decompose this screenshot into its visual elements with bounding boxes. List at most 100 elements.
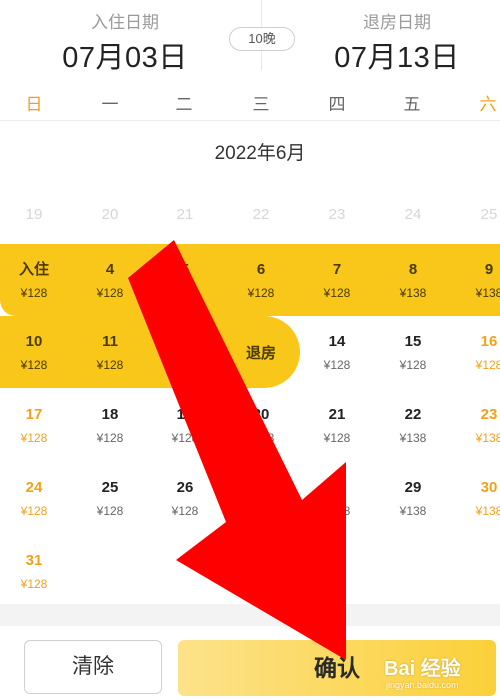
calendar-day-cell[interactable]: 7 ¥128 bbox=[307, 261, 367, 301]
confirm-button[interactable]: 确认 bbox=[178, 640, 496, 696]
calendar-day-cell[interactable]: 20 ¥128 bbox=[231, 406, 291, 446]
day-price: ¥128 bbox=[323, 504, 351, 518]
day-price: ¥128 bbox=[96, 286, 124, 300]
clear-button[interactable]: 清除 bbox=[24, 640, 162, 694]
day-number: 入住 bbox=[18, 261, 49, 278]
day-number: 16 bbox=[480, 333, 498, 350]
calendar-day-cell[interactable]: 8 ¥138 bbox=[383, 261, 443, 301]
day-number: 30 bbox=[480, 479, 498, 496]
day-price: ¥128 bbox=[96, 358, 124, 372]
calendar-day-cell[interactable]: 22 ¥138 bbox=[383, 406, 443, 446]
day-number: 退房 bbox=[245, 345, 276, 362]
checkin-label: 入住日期 bbox=[91, 13, 159, 32]
day-number: 25 bbox=[480, 206, 498, 223]
weekday-fri: 五 bbox=[403, 95, 421, 114]
day-number: 18 bbox=[101, 406, 119, 423]
day-price: ¥128 bbox=[171, 504, 199, 518]
day-number: 20 bbox=[101, 206, 119, 223]
calendar-day-cell: 22 bbox=[231, 206, 291, 224]
weekday-tue: 二 bbox=[175, 95, 193, 114]
checkout-date[interactable]: 07月13日 bbox=[277, 34, 500, 76]
day-number: 28 bbox=[328, 479, 346, 496]
day-number: 19 bbox=[25, 206, 43, 223]
calendar-day-cell[interactable]: 25 ¥128 bbox=[80, 479, 140, 519]
day-number: 24 bbox=[25, 479, 43, 496]
day-price: ¥138 bbox=[475, 286, 500, 300]
calendar-day-cell: 19 bbox=[4, 206, 64, 224]
day-number: 31 bbox=[25, 552, 43, 569]
day-price: ¥128 bbox=[20, 358, 48, 372]
day-number: 8 bbox=[408, 261, 418, 278]
calendar-day-cell[interactable]: 17 ¥128 bbox=[4, 406, 64, 446]
calendar-day-cell: 24 bbox=[383, 206, 443, 224]
calendar-day-cell[interactable]: 28 ¥128 bbox=[307, 479, 367, 519]
day-number: 17 bbox=[25, 406, 43, 423]
checkout-label: 退房日期 bbox=[363, 13, 431, 32]
day-number: 21 bbox=[328, 406, 346, 423]
day-price: ¥128 bbox=[323, 286, 351, 300]
footer-separator bbox=[0, 604, 500, 626]
date-range-header: 入住日期 07月03日 10晚 退房日期 07月13日 bbox=[0, 0, 500, 78]
day-number: 23 bbox=[328, 206, 346, 223]
day-price: ¥138 bbox=[399, 286, 427, 300]
calendar-day-cell[interactable]: 29 ¥138 bbox=[383, 479, 443, 519]
day-number: 4 bbox=[105, 261, 115, 278]
day-price: ¥128 bbox=[247, 431, 275, 445]
weekday-mon: 一 bbox=[101, 95, 119, 114]
calendar-day-cell[interactable]: 入住 ¥128 bbox=[4, 261, 64, 301]
calendar-day-cell: 25 bbox=[459, 206, 500, 224]
weekday-sat: 六 bbox=[479, 95, 497, 114]
calendar-day-cell[interactable]: 19 ¥128 bbox=[155, 406, 215, 446]
calendar-day-cell[interactable]: 11 ¥128 bbox=[80, 333, 140, 373]
day-number: 14 bbox=[328, 333, 346, 350]
day-price: ¥128 bbox=[323, 431, 351, 445]
day-price: ¥128 bbox=[247, 286, 275, 300]
day-number: 22 bbox=[252, 206, 270, 223]
weekday-thu: 四 bbox=[328, 95, 346, 114]
calendar-day-cell[interactable]: 4 ¥128 bbox=[80, 261, 140, 301]
calendar-day-cell[interactable]: 退房 bbox=[231, 333, 291, 363]
day-price: ¥128 bbox=[20, 431, 48, 445]
calendar-day-cell[interactable]: 16 ¥128 bbox=[459, 333, 500, 373]
calendar-day-cell[interactable]: 9 ¥138 bbox=[459, 261, 500, 301]
calendar-day-cell[interactable]: 21 ¥128 bbox=[307, 406, 367, 446]
day-price: ¥128 bbox=[171, 286, 199, 300]
day-price: ¥138 bbox=[475, 504, 500, 518]
calendar-day-cell[interactable]: 30 ¥138 bbox=[459, 479, 500, 519]
calendar-day-cell[interactable]: 18 ¥128 bbox=[80, 406, 140, 446]
day-price: ¥128 bbox=[20, 286, 48, 300]
day-number: 20 bbox=[252, 406, 270, 423]
month-title: 2022年6月 bbox=[214, 143, 306, 164]
day-number: 22 bbox=[404, 406, 422, 423]
day-price: ¥128 bbox=[475, 358, 500, 372]
day-price: ¥128 bbox=[20, 577, 48, 591]
calendar-day-cell[interactable]: 14 ¥128 bbox=[307, 333, 367, 373]
day-number: 6 bbox=[256, 261, 266, 278]
calendar-day-cell: 20 bbox=[80, 206, 140, 224]
day-price: ¥138 bbox=[399, 431, 427, 445]
day-number: 29 bbox=[404, 479, 422, 496]
day-price: ¥128 bbox=[399, 358, 427, 372]
day-number: 15 bbox=[404, 333, 422, 350]
day-number: 5 bbox=[180, 261, 190, 278]
day-price: ¥128 bbox=[20, 504, 48, 518]
day-price: ¥128 bbox=[171, 431, 199, 445]
day-number: 10 bbox=[25, 333, 43, 350]
calendar-day-cell[interactable]: 10 ¥128 bbox=[4, 333, 64, 373]
calendar-day-cell: 23 bbox=[307, 206, 367, 224]
calendar-day-cell[interactable]: 15 ¥128 bbox=[383, 333, 443, 373]
calendar-day-cell[interactable]: 26 ¥128 bbox=[155, 479, 215, 519]
weekday-wed: 三 bbox=[252, 95, 270, 114]
day-price: ¥128 bbox=[323, 358, 351, 372]
calendar-day-cell[interactable]: 6 ¥128 bbox=[231, 261, 291, 301]
calendar-day-cell[interactable]: 31 ¥128 bbox=[4, 552, 64, 592]
calendar-day-cell[interactable]: 23 ¥138 bbox=[459, 406, 500, 446]
checkin-date[interactable]: 07月03日 bbox=[5, 34, 245, 76]
day-number: 7 bbox=[332, 261, 342, 278]
day-price: ¥128 bbox=[96, 431, 124, 445]
calendar-day-cell: 21 bbox=[155, 206, 215, 224]
day-number: 23 bbox=[480, 406, 498, 423]
footer-bar: 清除 确认 bbox=[0, 626, 500, 700]
calendar-day-cell[interactable]: 24 ¥128 bbox=[4, 479, 64, 519]
calendar-day-cell[interactable]: 5 ¥128 bbox=[155, 261, 215, 301]
